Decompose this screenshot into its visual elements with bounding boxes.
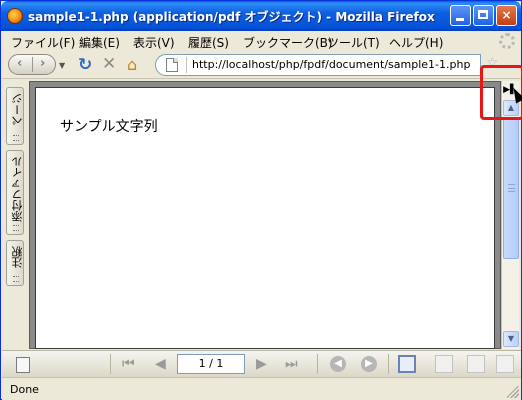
tab-grip-icon xyxy=(13,135,19,141)
previous-view-button[interactable]: ◀ xyxy=(330,356,346,372)
resize-grip-icon[interactable] xyxy=(507,386,519,398)
first-page-button[interactable]: ⏮ xyxy=(122,356,135,372)
url-text[interactable]: http://localhost/php/fpdf/document/sampl… xyxy=(192,58,470,71)
minimize-icon xyxy=(456,18,464,21)
menu-bookmarks[interactable]: ブックマーク(B) xyxy=(243,34,333,51)
navigation-toolbar: ‹ › ▼ ↻ ✕ ⌂ http://localhost/php/fpdf/do… xyxy=(2,51,521,79)
toggle-panel-button[interactable] xyxy=(16,357,30,373)
minimize-button[interactable] xyxy=(450,5,471,26)
url-bar[interactable]: http://localhost/php/fpdf/document/sampl… xyxy=(155,54,481,76)
facing-view-button[interactable] xyxy=(467,355,485,373)
status-text: Done xyxy=(10,383,39,396)
page-number-input[interactable]: 1 / 1 xyxy=(177,354,245,374)
pdf-side-panel: ページ 添付ファイル 注釈 xyxy=(2,80,28,350)
continuous-facing-view-button[interactable] xyxy=(496,355,514,373)
menu-file[interactable]: ファイル(F) xyxy=(11,34,75,51)
close-button[interactable]: × xyxy=(496,5,517,26)
home-button[interactable]: ⌂ xyxy=(127,55,137,74)
tab-grip-icon xyxy=(13,276,19,282)
next-page-button[interactable]: ▶ xyxy=(256,356,267,372)
scroll-grip-icon xyxy=(508,184,515,192)
tab-pages-label: ページ xyxy=(11,93,24,126)
close-icon: × xyxy=(501,8,512,22)
continuous-view-button[interactable] xyxy=(435,355,453,373)
window-title: sample1-1.php (application/pdf オブジェクト) -… xyxy=(28,10,435,24)
back-forward-divider xyxy=(32,57,33,72)
tab-attachments-label: 添付ファイル xyxy=(11,156,24,222)
back-button[interactable]: ‹ xyxy=(17,56,22,71)
next-view-button[interactable]: ▶ xyxy=(361,356,377,372)
history-dropdown-button[interactable]: ▼ xyxy=(59,61,65,70)
forward-button[interactable]: › xyxy=(40,56,45,71)
tab-pages[interactable]: ページ xyxy=(6,87,24,145)
firefox-logo-icon xyxy=(7,8,23,24)
stop-button[interactable]: ✕ xyxy=(102,54,116,74)
vertical-scrollbar[interactable]: ▲ ▼ xyxy=(501,81,519,349)
menu-help[interactable]: ヘルプ(H) xyxy=(389,34,443,51)
maximize-button[interactable] xyxy=(473,5,494,26)
reload-button[interactable]: ↻ xyxy=(78,55,92,75)
menu-history[interactable]: 履歴(S) xyxy=(188,34,229,51)
title-bar[interactable]: sample1-1.php (application/pdf オブジェクト) -… xyxy=(1,1,521,31)
menu-tools[interactable]: ツール(T) xyxy=(327,34,380,51)
scroll-thumb[interactable] xyxy=(503,119,519,259)
scroll-down-button[interactable]: ▼ xyxy=(503,331,519,347)
tab-comments-label: 注釈 xyxy=(11,246,24,268)
menu-bar: ファイル(F) 編集(E) 表示(V) 履歴(S) ブックマーク(B) ツール(… xyxy=(2,31,521,51)
tab-grip-icon xyxy=(13,225,19,231)
tab-attachments[interactable]: 添付ファイル xyxy=(6,150,24,235)
single-page-view-button[interactable] xyxy=(398,355,416,373)
pdf-toolbar: ⏮ ◀ 1 / 1 ▶ ⏭ ◀ ▶ xyxy=(2,350,521,377)
toolbar-divider xyxy=(388,354,389,374)
pdf-document-view[interactable]: サンプル文字列 xyxy=(29,81,501,349)
throbber-icon xyxy=(499,33,515,49)
pdf-page[interactable]: サンプル文字列 xyxy=(35,87,495,349)
back-forward-group: ‹ › xyxy=(8,54,56,75)
toolbar-divider xyxy=(110,354,111,374)
status-bar: Done xyxy=(2,377,521,400)
menu-view[interactable]: 表示(V) xyxy=(133,34,175,51)
document-text: サンプル文字列 xyxy=(60,119,158,135)
tab-comments[interactable]: 注釈 xyxy=(6,240,24,286)
browser-window: sample1-1.php (application/pdf オブジェクト) -… xyxy=(0,0,522,400)
toolbar-divider xyxy=(317,354,318,374)
prev-page-button[interactable]: ◀ xyxy=(155,356,166,372)
url-divider xyxy=(186,57,187,73)
page-icon xyxy=(166,58,178,72)
maximize-icon xyxy=(478,10,488,19)
last-page-button[interactable]: ⏭ xyxy=(285,356,298,372)
menu-edit[interactable]: 編集(E) xyxy=(79,34,120,51)
